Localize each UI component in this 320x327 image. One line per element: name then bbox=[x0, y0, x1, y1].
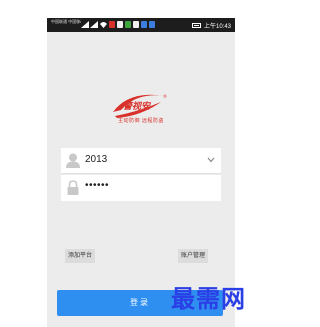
status-bar: 中国联通 中国移动 上午10:43 bbox=[47, 18, 235, 32]
add-platform-button[interactable]: 添加平台 bbox=[65, 249, 96, 263]
wifi-icon bbox=[100, 22, 107, 28]
carrier-label: 中国联通 中国移动 bbox=[51, 19, 81, 24]
brand-name: 警视安 bbox=[123, 101, 151, 111]
notification-app-icon bbox=[117, 21, 123, 28]
password-value: •••••• bbox=[85, 180, 110, 191]
signal-icon bbox=[81, 21, 89, 28]
username-value: 2013 bbox=[85, 154, 108, 165]
watermark-text: 最需网 bbox=[171, 284, 246, 313]
brand-slogan: 主动防御 远程防盗 bbox=[118, 118, 164, 124]
password-field[interactable]: •••••• bbox=[61, 175, 221, 201]
notification-app-icon bbox=[109, 21, 115, 28]
chevron-down-icon[interactable] bbox=[207, 157, 215, 163]
user-icon bbox=[66, 153, 80, 168]
notification-app-icon bbox=[149, 21, 155, 28]
status-right: 上午10:43 bbox=[191, 20, 231, 30]
battery-icon bbox=[191, 22, 201, 28]
notification-app-icon bbox=[125, 21, 131, 28]
account-manage-button[interactable]: 账户管理 bbox=[178, 249, 209, 263]
status-time: 上午10:43 bbox=[203, 23, 231, 30]
signal-icon bbox=[90, 21, 98, 28]
notification-app-icon bbox=[133, 21, 139, 28]
notification-app-icon bbox=[141, 21, 147, 28]
registered-mark: ® bbox=[163, 94, 167, 99]
username-field[interactable]: 2013 bbox=[61, 148, 221, 174]
lock-icon bbox=[67, 180, 79, 195]
